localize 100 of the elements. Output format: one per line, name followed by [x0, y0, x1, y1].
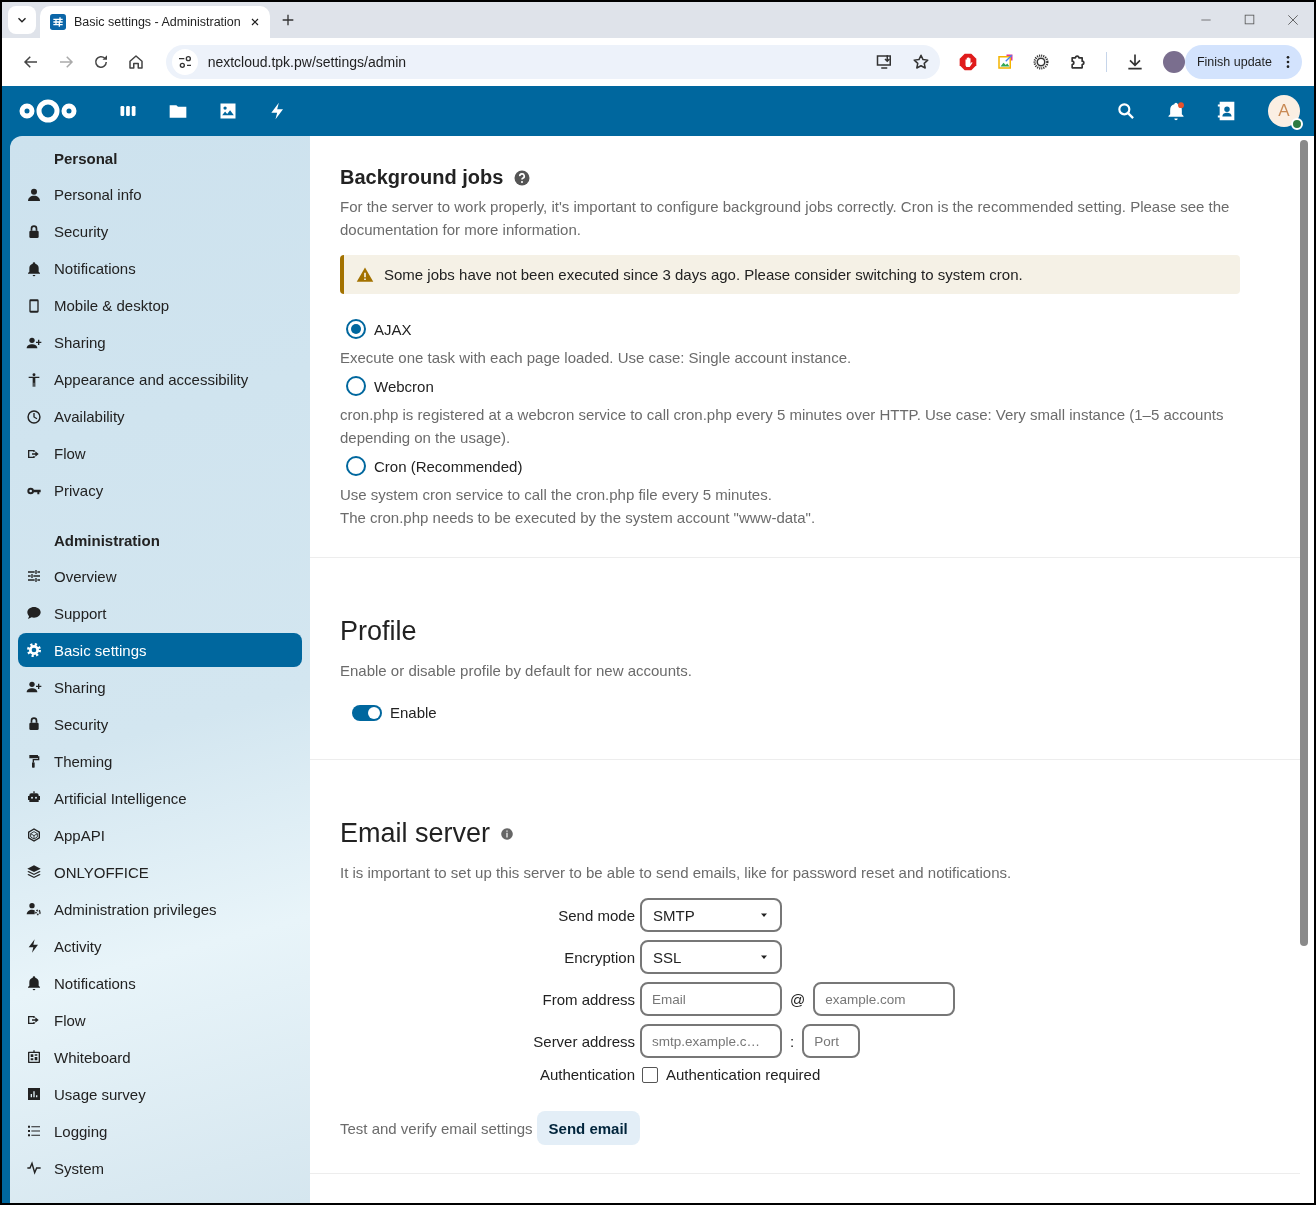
bell-icon [26, 260, 42, 277]
sidebar-item[interactable]: ONLYOFFICE [18, 855, 302, 889]
cube-icon [26, 827, 42, 843]
pulse-icon [26, 1160, 42, 1176]
radio-button[interactable] [346, 376, 366, 396]
install-app-icon[interactable] [875, 53, 894, 71]
field-label: Send mode [557, 906, 636, 924]
sidebar-item[interactable]: Theming [18, 744, 302, 778]
finish-update-button[interactable]: Finish update [1184, 45, 1302, 79]
section-description: For the server to work properly, it's important to configure background jobs correctly. Cron is the recommended setting. Please see the documentation for more information. [340, 197, 1231, 240]
checkbox-label: Authentication required [666, 1066, 821, 1083]
checkbox[interactable] [642, 1066, 658, 1083]
section-title: Profile [340, 616, 417, 647]
scrollbar[interactable] [1300, 140, 1308, 946]
field-label: Encryption [563, 948, 636, 966]
paint-roller-icon [26, 753, 42, 769]
section-title: Email server [340, 818, 491, 849]
plus-icon[interactable] [280, 12, 296, 28]
sidebar-item[interactable]: Whiteboard [18, 1040, 302, 1074]
bar-chart-icon [26, 1086, 42, 1102]
sidebar-item[interactable]: Personal info [18, 177, 302, 212]
radio-option[interactable]: Webcron [346, 369, 1270, 403]
sidebar-item[interactable]: Appearance and accessibility [18, 362, 302, 397]
option-description: The cron.php needs to be executed by the system account "www-data". [340, 508, 817, 528]
sidebar-item[interactable]: Artificial Intelligence [18, 781, 302, 815]
sidebar-item[interactable]: Mobile & desktop [18, 288, 302, 323]
layers-icon [26, 864, 42, 880]
radio-option[interactable]: AJAX [346, 312, 1270, 346]
list-icon [26, 1123, 42, 1139]
sidebar-item[interactable]: System [18, 1151, 302, 1185]
bell-icon [26, 975, 42, 991]
section-description: Enable or disable profile by default for new accounts. [340, 661, 693, 681]
maximize-icon[interactable] [1243, 13, 1256, 26]
info-icon[interactable] [500, 826, 515, 841]
radio-option[interactable]: Cron (Recommended) [346, 449, 1270, 483]
sidebar-item[interactable]: Availability [18, 399, 302, 434]
sidebar-item[interactable]: Security [18, 214, 302, 249]
lock-icon [26, 716, 42, 732]
separator: @ [789, 990, 807, 1008]
warning-icon [356, 265, 374, 284]
logo-icon[interactable] [18, 99, 78, 123]
option-description: Use system cron service to call the cron.php file every 5 minutes. [340, 485, 773, 505]
person-plus-icon [26, 679, 42, 695]
sidebar-item[interactable]: Sharing [18, 670, 302, 704]
send-email-button[interactable]: Send email [536, 1111, 640, 1145]
site-settings-icon[interactable] [176, 54, 193, 70]
separator: : [789, 1032, 796, 1050]
section-heading: Personal [53, 149, 119, 170]
notification-bell-icon[interactable] [1166, 101, 1186, 121]
test-text: Test and verify email settings [340, 1119, 533, 1137]
sidebar-item[interactable]: Logging [18, 1114, 302, 1148]
sliders-icon [26, 568, 42, 584]
search-icon[interactable] [1116, 101, 1136, 121]
radio-button[interactable] [346, 319, 366, 339]
profile-avatar[interactable] [1162, 51, 1185, 73]
sidebar-item[interactable]: AppAPI [18, 818, 302, 852]
section-title: Background jobs [340, 166, 504, 189]
field-label: Server address [532, 1032, 636, 1050]
radio-button[interactable] [346, 456, 366, 476]
stop-hand-icon[interactable] [957, 52, 978, 72]
accessibility-icon [26, 371, 42, 388]
sidebar-item[interactable]: Flow [18, 1003, 302, 1037]
star-icon[interactable] [911, 53, 930, 71]
home-icon[interactable] [127, 53, 146, 71]
dropdown[interactable]: SSL [640, 940, 782, 974]
section-heading: Administration [53, 530, 161, 551]
person-icon [26, 186, 42, 203]
speech-bubble-icon [26, 605, 42, 621]
toggle-switch[interactable] [352, 704, 382, 721]
online-status-dot [1291, 118, 1303, 130]
input-field[interactable]: Email [640, 982, 782, 1016]
sidebar-item[interactable]: Usage survey [18, 1077, 302, 1111]
sidebar-item[interactable]: Activity [18, 929, 302, 963]
sidebar-item[interactable]: Administration privileges [18, 892, 302, 926]
sidebar-item[interactable]: Privacy [18, 473, 302, 508]
sidebar-item[interactable]: Sharing [18, 325, 302, 360]
sun-icon[interactable] [1031, 53, 1050, 71]
browser-tab[interactable]: Basic settings - Administration [40, 6, 270, 38]
option-description: cron.php is registered at a webcron service to call cron.php every 5 minutes over HTTP. Use case: Very small instance (1–5 accounts depending on the usage). [340, 405, 1225, 448]
whiteboard-icon [26, 1049, 42, 1065]
image-edit-icon[interactable] [995, 53, 1014, 71]
help-icon[interactable] [513, 168, 532, 187]
sidebar-item[interactable]: Security [18, 707, 302, 741]
person-gear-icon [26, 901, 42, 917]
url-text: nextcloud.tpk.pw/settings/admin [207, 54, 408, 70]
sidebar-item[interactable]: Overview [18, 559, 302, 593]
image-icon[interactable] [218, 101, 238, 121]
dropdown[interactable]: SMTP [640, 898, 782, 932]
lock-icon [26, 223, 42, 240]
sidebar-item[interactable]: Notifications [18, 966, 302, 1000]
sidebar-item[interactable]: Basic settings [18, 633, 302, 667]
input-field[interactable]: example.com [813, 982, 956, 1016]
sidebar-item[interactable]: Support [18, 596, 302, 630]
sidebar-item[interactable]: Flow [18, 436, 302, 471]
address-bar[interactable]: nextcloud.tpk.pw/settings/admin [165, 45, 940, 79]
sidebar-item[interactable]: Notifications [18, 251, 302, 286]
warning-text: Some jobs have not been executed since 3 days ago. Please consider switching to system cron. [384, 266, 1023, 283]
input-field[interactable]: Port [802, 1024, 861, 1058]
input-field[interactable]: smtp.example.c… [640, 1024, 782, 1058]
toggle-label: Enable [390, 704, 437, 721]
